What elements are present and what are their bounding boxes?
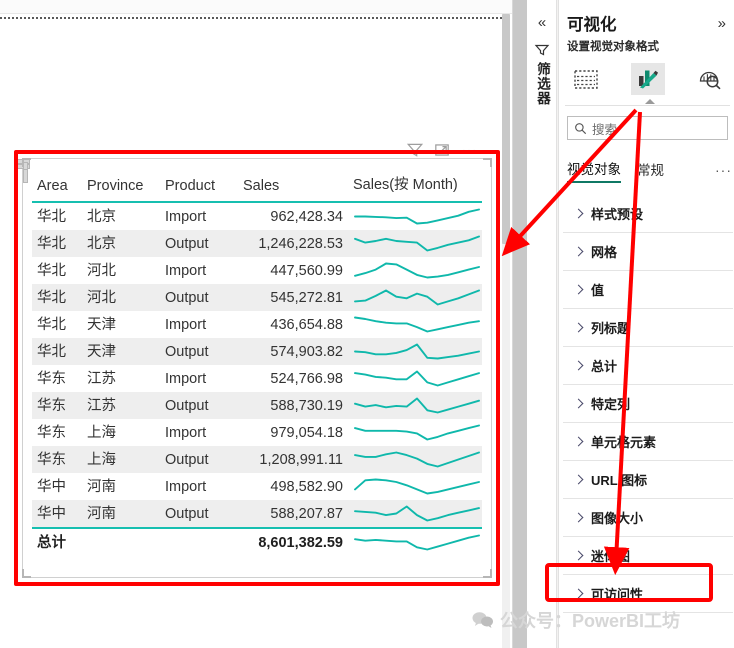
format-section-label: 样式预设 bbox=[591, 207, 644, 222]
pane-title: 可视化 bbox=[567, 16, 617, 34]
format-selected-caret bbox=[645, 99, 655, 104]
format-section-label: 图像大小 bbox=[591, 511, 644, 526]
format-section-label: 可访问性 bbox=[591, 587, 644, 602]
visualizations-pane: 可视化 » 设置视觉对象格式 搜索 视觉对象 常规 ··· 样式预设 网格 值 … bbox=[558, 0, 734, 648]
search-input[interactable]: 搜索 bbox=[567, 116, 728, 140]
format-section-10[interactable]: 迷你图 bbox=[563, 537, 733, 575]
format-section-label: URL 图标 bbox=[591, 473, 648, 488]
search-icon bbox=[575, 122, 587, 134]
tabs-more-icon[interactable]: ··· bbox=[715, 162, 732, 178]
canvas-scrollbar-thumb[interactable] bbox=[502, 14, 510, 244]
chevron-right-icon bbox=[573, 512, 584, 522]
chevron-right-icon bbox=[573, 474, 584, 484]
format-tabs[interactable]: 视觉对象 常规 ··· bbox=[567, 158, 732, 183]
format-accordion-list: 样式预设网格值列标题总计特定列单元格元素 URL 图标 图像大小迷你图可访问性 bbox=[563, 195, 733, 613]
annotation-box-table-visual bbox=[14, 150, 500, 586]
format-section-label: 特定列 bbox=[591, 397, 631, 412]
format-section-3[interactable]: 值 bbox=[563, 271, 733, 309]
canvas-dashed-boundary bbox=[0, 17, 502, 19]
filters-pane-label: 筛选器 bbox=[535, 62, 550, 106]
format-section-6[interactable]: 特定列 bbox=[563, 385, 733, 423]
format-section-5[interactable]: 总计 bbox=[563, 347, 733, 385]
chevron-right-icon bbox=[573, 588, 584, 598]
format-section-1[interactable]: 样式预设 bbox=[563, 195, 733, 233]
format-section-label: 总计 bbox=[591, 359, 618, 374]
build-visual-icon[interactable] bbox=[569, 63, 603, 95]
chevron-right-icon bbox=[573, 360, 584, 370]
pane-gutter bbox=[513, 0, 527, 648]
chevron-right-icon bbox=[573, 284, 584, 294]
format-section-label: 迷你图 bbox=[591, 549, 631, 564]
search-placeholder: 搜索 bbox=[592, 122, 618, 137]
format-section-9[interactable]: 图像大小 bbox=[563, 499, 733, 537]
format-section-11[interactable]: 可访问性 bbox=[563, 575, 733, 613]
chevron-right-icon bbox=[573, 322, 584, 332]
format-section-label: 列标题 bbox=[591, 321, 631, 336]
format-section-7[interactable]: 单元格元素 bbox=[563, 423, 733, 461]
format-visual-icon[interactable] bbox=[631, 63, 665, 95]
format-section-4[interactable]: 列标题 bbox=[563, 309, 733, 347]
format-mode-toolbar[interactable] bbox=[559, 56, 734, 102]
format-section-8[interactable]: URL 图标 bbox=[563, 461, 733, 499]
right-pane: « 筛选器 可视化 » 设置视觉对象格式 搜索 视觉对象 常规 ··· 样式预设… bbox=[512, 0, 734, 648]
canvas-vertical-scrollbar[interactable] bbox=[502, 14, 510, 648]
report-canvas[interactable]: Area Province Product Sales Sales(按 Mont… bbox=[0, 0, 512, 648]
filters-pane-collapsed[interactable]: « 筛选器 bbox=[527, 0, 557, 648]
format-section-2[interactable]: 网格 bbox=[563, 233, 733, 271]
tab-visual-object[interactable]: 视觉对象 bbox=[567, 158, 621, 183]
canvas-top-strip bbox=[0, 0, 512, 14]
pane-separator bbox=[565, 105, 730, 106]
chevron-right-icon bbox=[573, 436, 584, 446]
pane-subtitle: 设置视觉对象格式 bbox=[567, 41, 659, 53]
chevron-right-icon bbox=[573, 550, 584, 560]
chevron-right-icon bbox=[573, 246, 584, 256]
expand-filters-button[interactable]: « bbox=[533, 14, 551, 32]
screenshot-root: Area Province Product Sales Sales(按 Mont… bbox=[0, 0, 734, 648]
filter-icon bbox=[534, 44, 550, 56]
collapse-pane-button[interactable]: » bbox=[718, 15, 726, 32]
format-section-label: 单元格元素 bbox=[591, 435, 657, 450]
tab-general[interactable]: 常规 bbox=[637, 159, 664, 182]
visualizations-pane-header: 可视化 » bbox=[559, 8, 734, 38]
chevron-right-icon bbox=[573, 398, 584, 408]
analytics-icon[interactable] bbox=[693, 63, 727, 95]
format-section-label: 值 bbox=[591, 283, 605, 298]
format-section-label: 网格 bbox=[591, 245, 618, 260]
chevron-right-icon bbox=[573, 208, 584, 218]
